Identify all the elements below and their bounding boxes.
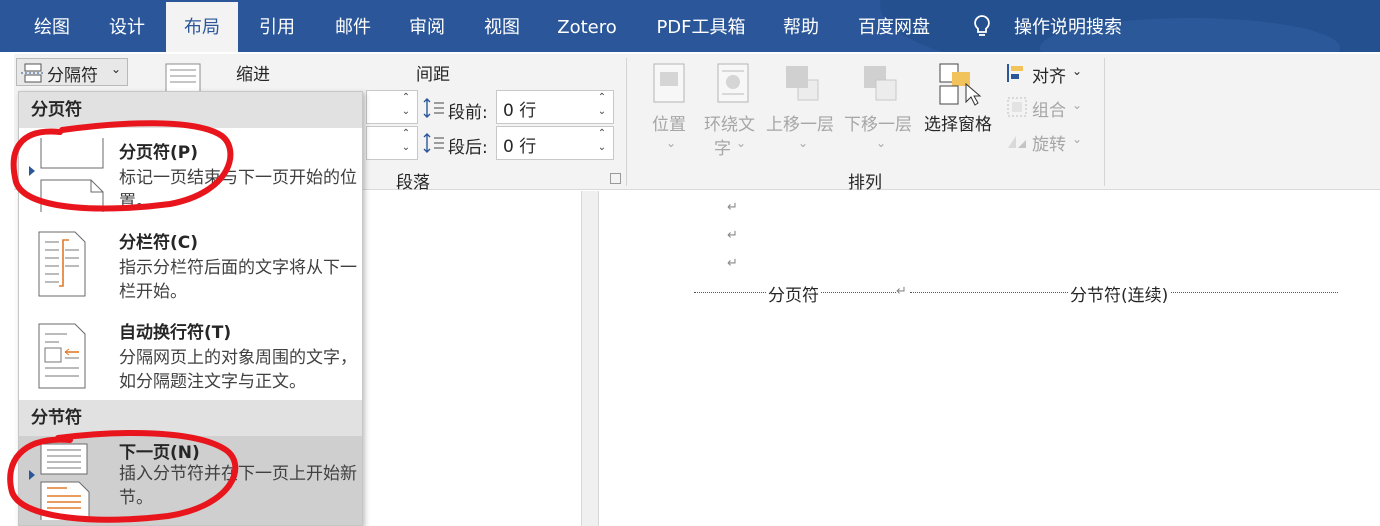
wrap-text-button[interactable]: 环绕文 字 ⌄ — [702, 60, 766, 159]
breaks-button[interactable]: 分隔符 ⌄ — [16, 58, 128, 86]
section-breaks-header: 分节符 — [19, 400, 362, 436]
selection-pane-button[interactable]: 选择窗格 — [922, 60, 1002, 154]
tab-mailings[interactable]: 邮件 — [318, 0, 388, 52]
paragraph-mark: ↵ — [727, 228, 738, 243]
bring-forward-button[interactable]: 上移一层 ⌄ — [766, 60, 842, 154]
line-numbers-icon[interactable] — [164, 62, 202, 92]
menu-item-page-break[interactable]: 分页符(P) 标记一页结束与下一页开始的位置。 — [19, 128, 362, 218]
tell-me-search[interactable]: 操作说明搜索 — [1008, 0, 1128, 52]
rotate-button[interactable]: 旋转 ⌄ — [1004, 128, 1104, 156]
chevron-down-icon: ⌄ — [876, 136, 887, 150]
lightbulb-icon — [970, 14, 994, 40]
spacing-before-input[interactable]: 0 行 ⌃ ⌄ — [496, 90, 614, 124]
spacing-after-icon — [423, 133, 444, 153]
paragraph-mark: ↵ — [896, 284, 907, 299]
column-break-icon — [38, 231, 86, 297]
section-break-label: 分节符(连续) — [1068, 281, 1171, 306]
group-separator — [626, 58, 627, 186]
page-break-label: 分页符 — [766, 281, 821, 306]
document-canvas[interactable] — [363, 191, 1380, 526]
pointer-icon — [29, 166, 35, 176]
tab-help[interactable]: 帮助 — [766, 0, 836, 52]
tab-layout[interactable]: 布局 — [166, 2, 238, 52]
page-breaks-header: 分页符 — [19, 92, 362, 128]
chevron-down-icon: ⌄ — [666, 136, 677, 150]
spacing-before-label: 段前: — [448, 103, 488, 123]
menu-item-text-wrapping-break[interactable]: 自动换行符(T) 分隔网页上的对象周围的文字，如分隔题注文字与正文。 — [19, 312, 362, 402]
wrap-text-icon — [717, 63, 749, 103]
tab-design[interactable]: 设计 — [92, 0, 162, 52]
text-wrapping-break-icon — [38, 323, 86, 389]
chevron-down-icon: ⌄ — [1072, 98, 1083, 112]
position-icon — [653, 63, 685, 103]
breaks-label: 分隔符 — [47, 66, 98, 86]
position-button[interactable]: 位置 ⌄ — [644, 60, 696, 154]
bring-forward-icon — [786, 66, 819, 101]
tab-baidu-netdisk[interactable]: 百度网盘 — [846, 0, 942, 52]
group-icon — [1007, 97, 1027, 117]
tab-references[interactable]: 引用 — [242, 0, 312, 52]
ribbon-tab-bar: 绘图 设计 布局 引用 邮件 审阅 视图 Zotero PDF工具箱 帮助 百度… — [0, 0, 1380, 52]
spacing-after-label: 段后: — [448, 138, 488, 158]
chevron-down-icon: ⌄ — [1072, 132, 1083, 146]
spinner-arrows-icon[interactable]: ⌃ ⌄ — [595, 127, 609, 159]
spacing-after-input[interactable]: 0 行 ⌃ ⌄ — [496, 126, 614, 160]
chevron-down-icon: ⌄ — [798, 136, 809, 150]
spinner-arrows-icon[interactable]: ⌃ ⌄ — [595, 91, 609, 123]
breaks-icon — [21, 63, 45, 83]
spacing-label: 间距 — [416, 65, 450, 85]
menu-item-column-break[interactable]: 分栏符(C) 指示分栏符后面的文字将从下一栏开始。 — [19, 222, 362, 312]
indent-left-spinner[interactable]: ⌃ ⌄ — [366, 90, 418, 124]
paragraph-group-label: 段落 — [396, 173, 430, 193]
tab-view[interactable]: 视图 — [467, 0, 537, 52]
spacing-before-icon — [423, 98, 444, 118]
align-icon — [1007, 64, 1023, 82]
spinner-arrows-icon[interactable]: ⌃ ⌄ — [399, 91, 413, 123]
chevron-down-icon: ⌄ — [736, 136, 747, 150]
rotate-icon — [1008, 136, 1026, 148]
chevron-down-icon: ⌄ — [111, 62, 122, 76]
send-backward-icon — [864, 66, 897, 101]
selection-pane-icon — [939, 63, 982, 106]
tab-zotero[interactable]: Zotero — [548, 0, 626, 52]
spinner-arrows-icon[interactable]: ⌃ ⌄ — [399, 127, 413, 159]
pointer-icon — [29, 470, 35, 480]
send-backward-button[interactable]: 下移一层 ⌄ — [844, 60, 920, 154]
group-separator — [1104, 58, 1105, 186]
arrange-group-label: 排列 — [848, 173, 882, 193]
page-gap — [581, 191, 599, 526]
next-page-section-icon — [40, 443, 90, 520]
tab-draw[interactable]: 绘图 — [18, 0, 86, 52]
paragraph-mark: ↵ — [727, 256, 738, 271]
word-window: 绘图 设计 布局 引用 邮件 审阅 视图 Zotero PDF工具箱 帮助 百度… — [0, 0, 1380, 526]
chevron-down-icon: ⌄ — [1072, 64, 1083, 78]
breaks-dropdown-menu: 分页符 分页符(P) 标记一页结束与下一页开始的位置。 分栏符(C) 指示分栏符… — [18, 91, 363, 526]
indent-right-spinner[interactable]: ⌃ ⌄ — [366, 126, 418, 160]
paragraph-mark: ↵ — [727, 200, 738, 215]
group-objects-button[interactable]: 组合 ⌄ — [1004, 94, 1104, 122]
paragraph-dialog-launcher-icon[interactable] — [610, 173, 621, 184]
page-break-icon — [40, 138, 104, 212]
align-button[interactable]: 对齐 ⌄ — [1004, 60, 1104, 88]
tab-review[interactable]: 审阅 — [392, 0, 462, 52]
menu-item-next-page[interactable]: 下一页(N) 插入分节符并在下一页上开始新节。 — [19, 436, 362, 525]
tab-pdf-toolbox[interactable]: PDF工具箱 — [646, 0, 756, 52]
indent-label: 缩进 — [236, 65, 270, 85]
